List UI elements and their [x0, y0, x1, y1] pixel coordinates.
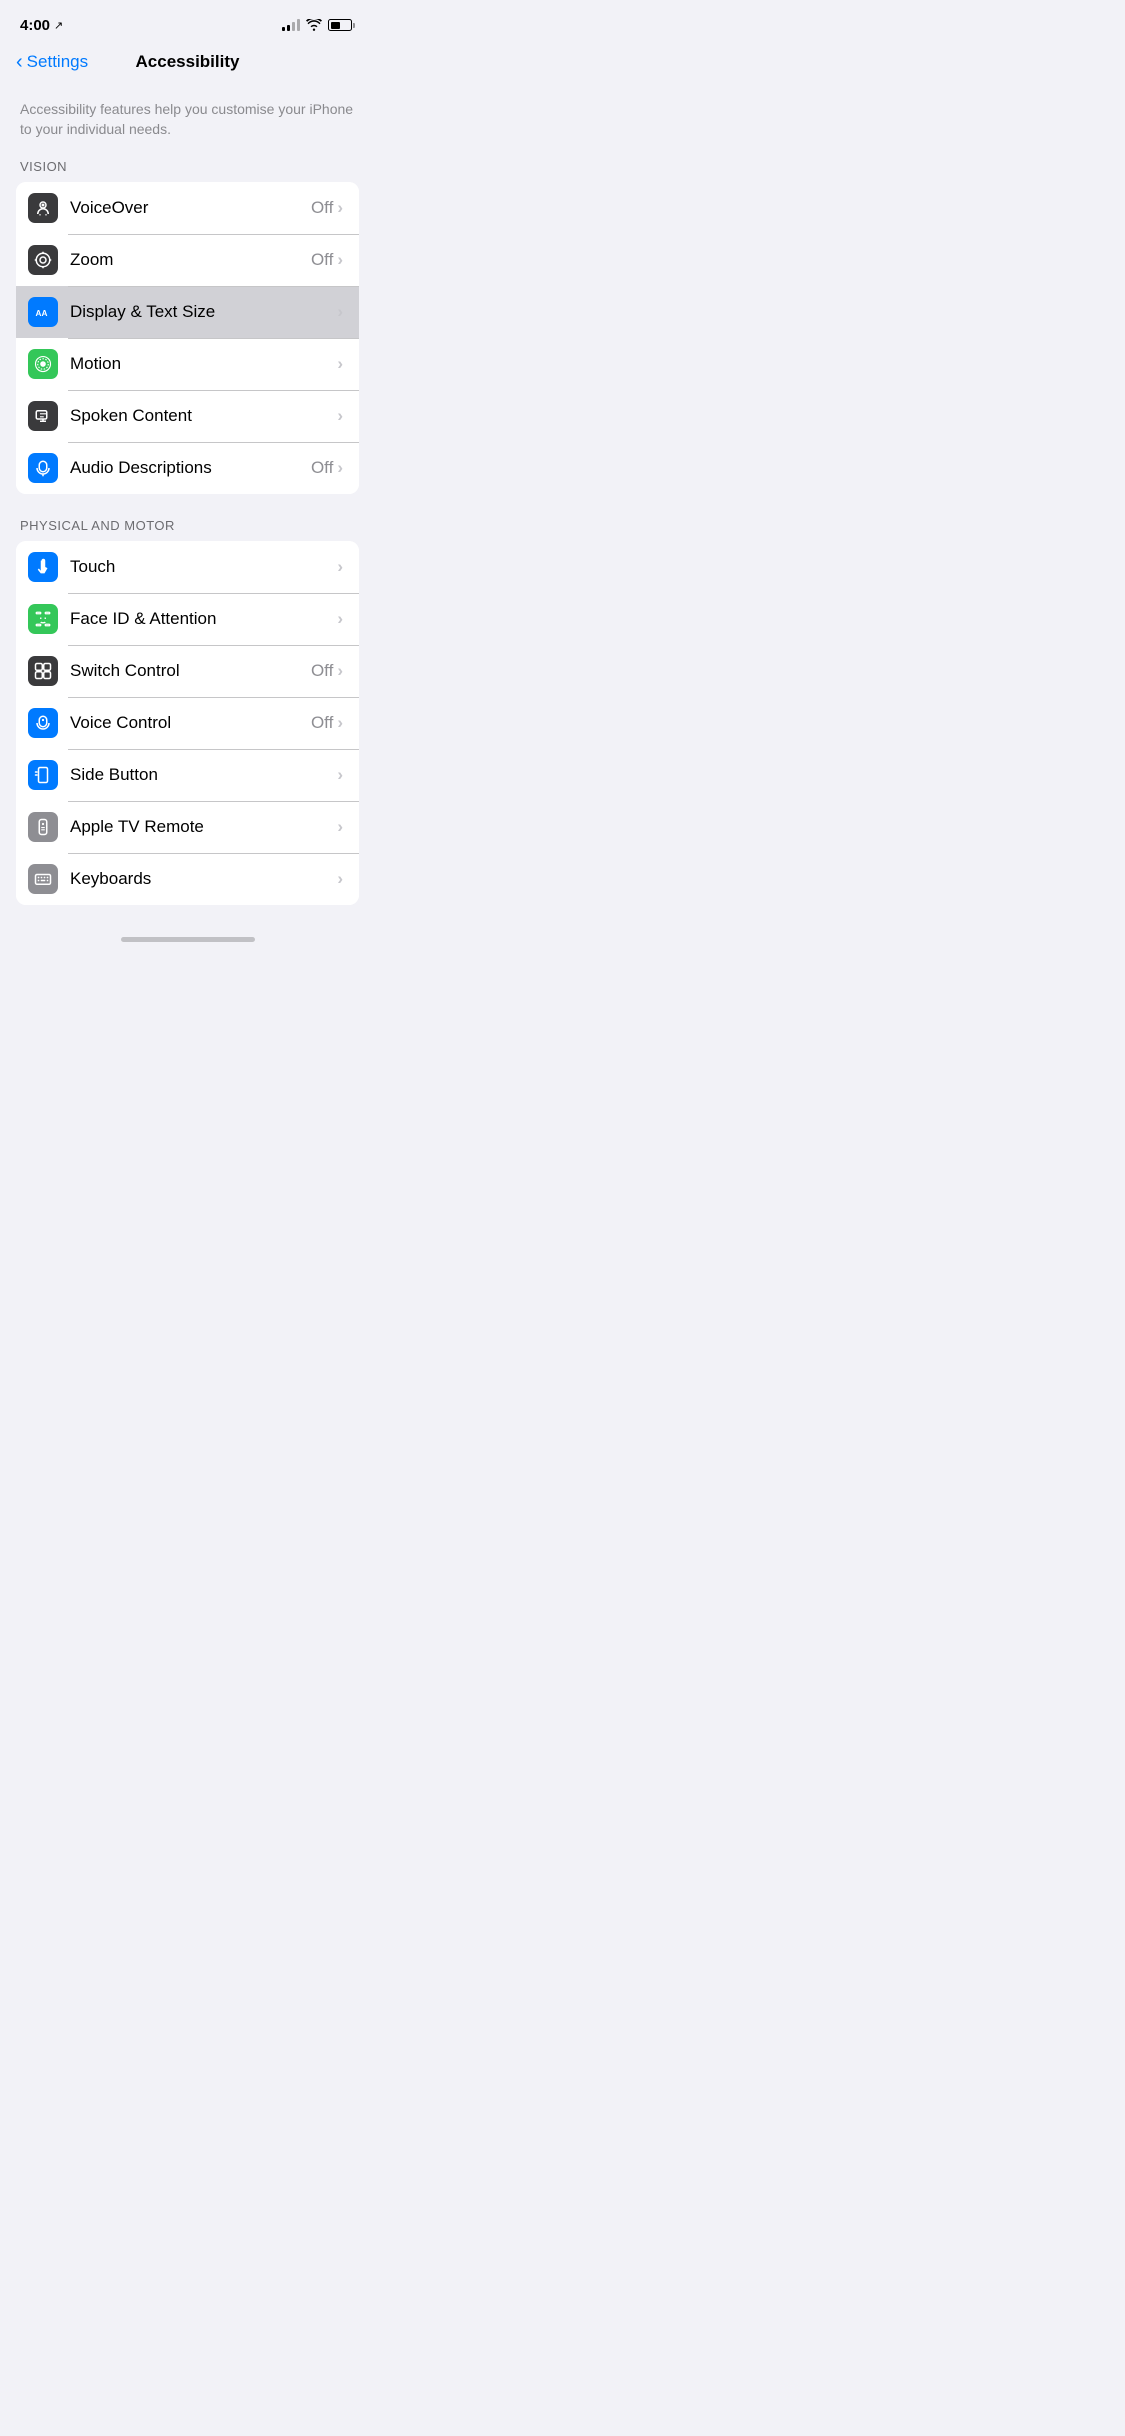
list-item-apple-tv-remote[interactable]: Apple TV Remote›	[16, 801, 359, 853]
icon-audio	[28, 453, 58, 483]
item-chevron-display-text-size: ›	[337, 302, 343, 322]
home-bar	[121, 937, 255, 942]
item-label-side-button: Side Button	[70, 765, 337, 785]
item-label-apple-tv-remote: Apple TV Remote	[70, 817, 337, 837]
icon-remote	[28, 812, 58, 842]
icon-zoom	[28, 245, 58, 275]
status-bar: 4:00 ↗	[0, 0, 375, 44]
item-label-keyboards: Keyboards	[70, 869, 337, 889]
item-label-voiceover: VoiceOver	[70, 198, 311, 218]
item-chevron-zoom: ›	[337, 250, 343, 270]
section-vision: VISIONVoiceOverOff›ZoomOff›AADisplay & T…	[0, 159, 375, 494]
list-item-touch[interactable]: Touch›	[16, 541, 359, 593]
item-chevron-motion: ›	[337, 354, 343, 374]
list-item-switch-control[interactable]: Switch ControlOff›	[16, 645, 359, 697]
list-item-audio-descriptions[interactable]: Audio DescriptionsOff›	[16, 442, 359, 494]
status-icons	[282, 19, 355, 31]
section-header-vision: VISION	[0, 159, 375, 182]
item-label-face-id: Face ID & Attention	[70, 609, 337, 629]
item-value-audio-descriptions: Off	[311, 458, 333, 478]
back-button[interactable]: ‹ Settings	[16, 52, 88, 72]
item-chevron-side-button: ›	[337, 765, 343, 785]
item-chevron-touch: ›	[337, 557, 343, 577]
section-physical-motor: PHYSICAL AND MOTORTouch›Face ID & Attent…	[0, 518, 375, 905]
item-label-voice-control: Voice Control	[70, 713, 311, 733]
list-item-keyboards[interactable]: Keyboards›	[16, 853, 359, 905]
location-icon: ↗	[54, 19, 63, 32]
section-header-physical-motor: PHYSICAL AND MOTOR	[0, 518, 375, 541]
item-value-switch-control: Off	[311, 661, 333, 681]
list-item-voice-control[interactable]: Voice ControlOff›	[16, 697, 359, 749]
signal-bars	[282, 19, 300, 31]
list-item-motion[interactable]: Motion›	[16, 338, 359, 390]
icon-faceid	[28, 604, 58, 634]
sections-container: VISIONVoiceOverOff›ZoomOff›AADisplay & T…	[0, 159, 375, 905]
status-time: 4:00	[20, 17, 50, 34]
item-chevron-audio-descriptions: ›	[337, 458, 343, 478]
icon-voicecontrol	[28, 708, 58, 738]
item-label-display-text-size: Display & Text Size	[70, 302, 337, 322]
list-item-face-id[interactable]: Face ID & Attention›	[16, 593, 359, 645]
item-label-motion: Motion	[70, 354, 337, 374]
icon-voiceover	[28, 193, 58, 223]
svg-text:AA: AA	[36, 309, 48, 318]
wifi-icon	[306, 19, 322, 31]
item-chevron-face-id: ›	[337, 609, 343, 629]
list-item-side-button[interactable]: Side Button›	[16, 749, 359, 801]
icon-spoken	[28, 401, 58, 431]
item-chevron-voice-control: ›	[337, 713, 343, 733]
item-label-touch: Touch	[70, 557, 337, 577]
battery-indicator	[328, 19, 355, 31]
item-value-voice-control: Off	[311, 713, 333, 733]
icon-sidebutton	[28, 760, 58, 790]
icon-keyboard	[28, 864, 58, 894]
back-label: Settings	[27, 52, 88, 72]
icon-aa: AA	[28, 297, 58, 327]
page-title: Accessibility	[136, 52, 240, 72]
section-list-physical-motor: Touch›Face ID & Attention›Switch Control…	[16, 541, 359, 905]
item-label-audio-descriptions: Audio Descriptions	[70, 458, 311, 478]
list-item-voiceover[interactable]: VoiceOverOff›	[16, 182, 359, 234]
item-label-zoom: Zoom	[70, 250, 311, 270]
item-chevron-voiceover: ›	[337, 198, 343, 218]
item-chevron-apple-tv-remote: ›	[337, 817, 343, 837]
list-item-spoken-content[interactable]: Spoken Content›	[16, 390, 359, 442]
home-indicator	[0, 929, 375, 950]
nav-bar: ‹ Settings Accessibility	[0, 44, 375, 84]
icon-switch	[28, 656, 58, 686]
item-chevron-keyboards: ›	[337, 869, 343, 889]
icon-motion	[28, 349, 58, 379]
item-value-zoom: Off	[311, 250, 333, 270]
item-value-voiceover: Off	[311, 198, 333, 218]
item-label-spoken-content: Spoken Content	[70, 406, 337, 426]
list-item-zoom[interactable]: ZoomOff›	[16, 234, 359, 286]
item-chevron-switch-control: ›	[337, 661, 343, 681]
item-label-switch-control: Switch Control	[70, 661, 311, 681]
back-chevron-icon: ‹	[16, 52, 23, 72]
list-item-display-text-size[interactable]: AA Display & Text Size›	[16, 286, 359, 338]
icon-touch	[28, 552, 58, 582]
section-list-vision: VoiceOverOff›ZoomOff›AADisplay & Text Si…	[16, 182, 359, 494]
item-chevron-spoken-content: ›	[337, 406, 343, 426]
description-text: Accessibility features help you customis…	[0, 84, 375, 159]
